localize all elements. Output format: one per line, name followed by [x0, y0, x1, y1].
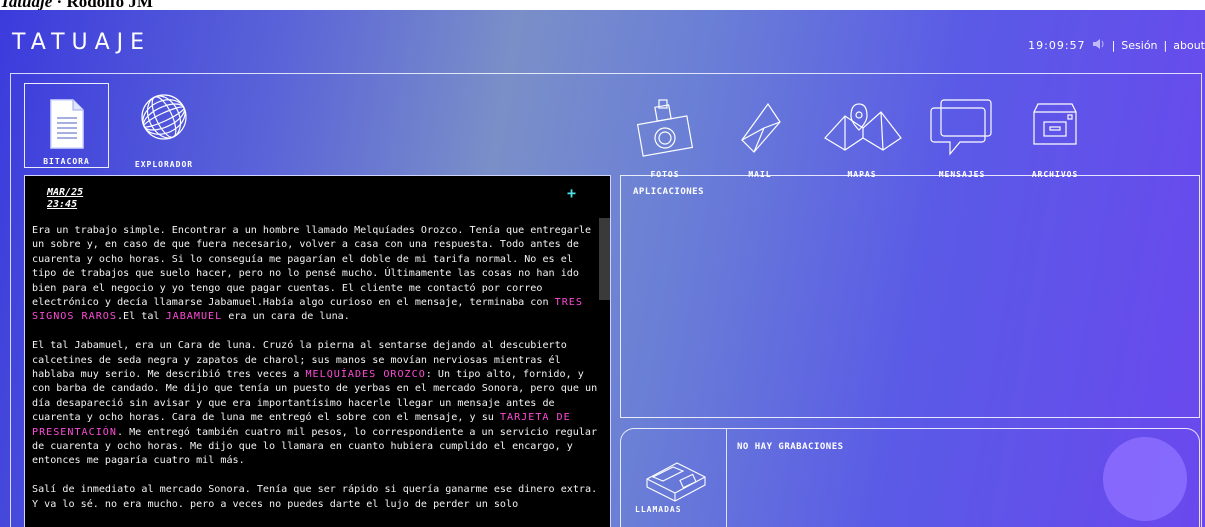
telephone-icon[interactable]	[643, 459, 709, 509]
sesion-link[interactable]: Sesión	[1121, 39, 1157, 52]
recordings-status: NO HAY GRABACIONES	[737, 442, 844, 452]
map-icon	[824, 103, 902, 151]
scrollbar[interactable]	[599, 218, 610, 300]
bitacora-button[interactable]: BITACORA	[24, 83, 109, 168]
text-span: .El tal	[116, 311, 166, 323]
text-span: era un cara de luna.	[222, 311, 350, 323]
tatuaje-app: TATUAJE 19:09:57 | Sesión | about BITACO…	[0, 10, 1205, 527]
envelope-icon	[741, 102, 781, 153]
mensajes-button[interactable]: MENSAJES	[922, 98, 1002, 180]
app-logo: TATUAJE	[12, 30, 152, 55]
separator: |	[1163, 39, 1168, 52]
aplicaciones-title: APLICACIONES	[633, 187, 705, 197]
entry-datetime: MAR/25 23:45	[47, 187, 83, 211]
camera-icon	[636, 99, 694, 157]
paragraph: Era un trabajo simple. Encontrar a un ho…	[32, 224, 600, 325]
entry-text: Era un trabajo simple. Encontrar a un ho…	[32, 224, 600, 526]
entry-date: MAR/25	[47, 187, 84, 198]
llamadas-label: LLAMADAS	[635, 505, 682, 514]
globe-icon	[141, 94, 187, 140]
about-link[interactable]: about	[1173, 39, 1205, 52]
clock: 19:09:57	[1028, 39, 1086, 52]
paragraph: El tal Jabamuel, era un Cara de luna. Cr…	[32, 339, 600, 469]
mapas-button[interactable]: MAPAS	[812, 98, 912, 180]
record-button[interactable]	[1103, 437, 1187, 521]
explorador-label: EXPLORADOR	[134, 160, 194, 169]
entry-time: 23:45	[47, 199, 78, 210]
aplicaciones-panel: APLICACIONES	[620, 175, 1200, 418]
fotos-button[interactable]: FOTOS	[625, 98, 705, 180]
bitacora-label: BITACORA	[43, 157, 90, 166]
text-span: . Me entregó también cuatro mil pesos, l…	[32, 426, 598, 467]
mail-button[interactable]: MAIL	[725, 98, 795, 180]
text-span: Era un trabajo simple. Encontrar a un ho…	[32, 225, 592, 309]
document-title: Tatuaje · Rodolfo JM	[0, 0, 153, 10]
archivos-button[interactable]: ARCHIVOS	[1020, 98, 1090, 180]
file-cabinet-icon	[1033, 103, 1077, 145]
llamadas-panel: LLAMADAS NO HAY GRABACIONES	[620, 428, 1200, 527]
bitacora-panel: MAR/25 23:45 + Era un trabajo simple. En…	[24, 175, 611, 527]
speaker-icon[interactable]	[1092, 38, 1106, 53]
divider	[726, 429, 727, 527]
link-melquiades-orozco[interactable]: MELQUÍADES OROZCO	[305, 369, 425, 380]
paragraph: Salí de inmediato al mercado Sonora. Ten…	[32, 484, 598, 510]
separator: |	[1111, 39, 1116, 52]
document-icon	[49, 99, 84, 149]
add-entry-button[interactable]: +	[567, 184, 576, 202]
top-bar: 19:09:57 | Sesión | about	[1028, 38, 1205, 53]
link-jabamuel[interactable]: JABAMUEL	[166, 311, 223, 322]
chat-bubble-icon	[930, 99, 992, 156]
explorador-button[interactable]: EXPLORADOR	[118, 90, 210, 170]
